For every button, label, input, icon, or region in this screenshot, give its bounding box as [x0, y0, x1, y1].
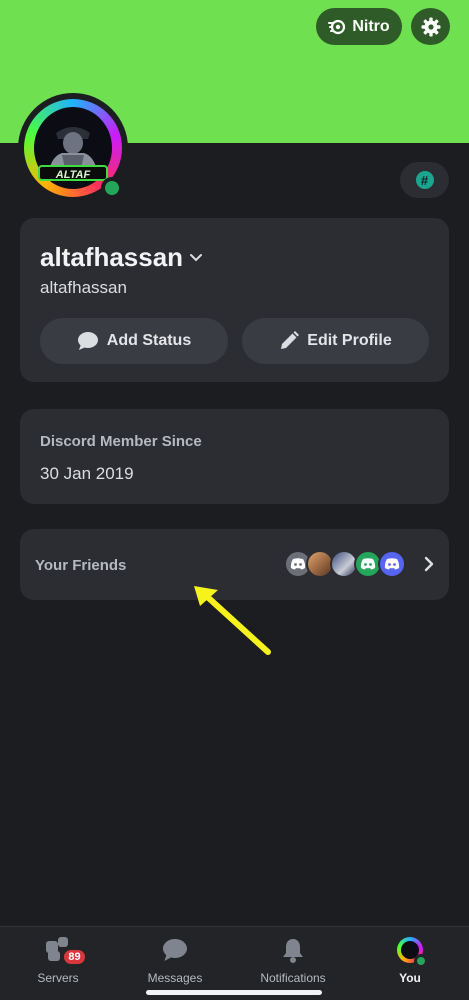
your-friends-label: Your Friends: [35, 557, 127, 574]
nav-you[interactable]: You: [360, 935, 460, 987]
avatar-logo-text: ALTAF: [55, 169, 91, 181]
pencil-icon: [281, 331, 300, 349]
you-avatar-icon: [397, 935, 428, 968]
hashtag-icon: #: [415, 171, 434, 189]
nav-you-label: You: [399, 971, 421, 985]
nav-messages-label: Messages: [147, 971, 203, 985]
svg-text:ALTAF: ALTAF: [55, 169, 91, 180]
nitro-button[interactable]: Nitro: [316, 8, 402, 45]
nav-messages[interactable]: Messages: [125, 935, 225, 987]
friend-avatars: [284, 550, 414, 580]
profile-card: altafhassan altafhassan Add Status Edit …: [20, 218, 449, 382]
friend-avatar: [378, 550, 406, 578]
edit-profile-label: Edit Profile: [307, 332, 392, 349]
edit-profile-button[interactable]: Edit Profile: [242, 318, 429, 364]
nitro-label: Nitro: [352, 17, 390, 35]
member-since-date: 30 Jan 2019: [40, 464, 134, 483]
username: altafhassan: [40, 278, 127, 297]
nav-notifications[interactable]: Notifications: [243, 935, 343, 987]
bottom-navigation: 89 Servers Messages Notifications You: [0, 926, 469, 1000]
add-status-button[interactable]: Add Status: [40, 318, 228, 364]
nav-servers-label: Servers: [37, 971, 79, 985]
member-since-label: Discord Member Since: [40, 433, 202, 450]
nav-servers[interactable]: 89 Servers: [8, 935, 108, 987]
you-status-dot: [414, 954, 428, 968]
nav-notifications-label: Notifications: [260, 971, 326, 985]
member-since-card: Discord Member Since 30 Jan 2019: [20, 409, 449, 504]
settings-button[interactable]: [411, 8, 450, 45]
online-status-dot: [101, 177, 123, 199]
display-name: altafhassan: [40, 242, 184, 272]
annotation-arrow: [194, 586, 271, 655]
bell-icon: [281, 935, 305, 965]
servers-icon: 89: [44, 935, 88, 967]
gear-icon: [421, 17, 440, 36]
chevron-right-icon: [424, 556, 434, 572]
home-indicator: [146, 990, 322, 995]
speech-bubble-icon: [77, 332, 98, 350]
messages-icon: [162, 935, 188, 965]
discord-icon: [290, 558, 306, 570]
discord-icon: [360, 558, 376, 570]
add-status-label: Add Status: [106, 332, 192, 349]
display-name-switcher[interactable]: altafhassan: [40, 242, 203, 273]
avatar-logo: ALTAF: [38, 165, 108, 181]
discord-icon: [384, 558, 400, 570]
nitro-icon: [328, 19, 346, 34]
servers-badge: 89: [61, 947, 88, 967]
you-avatar: [397, 937, 428, 968]
hashtag-button[interactable]: #: [400, 162, 449, 198]
chevron-down-icon: [190, 253, 203, 261]
